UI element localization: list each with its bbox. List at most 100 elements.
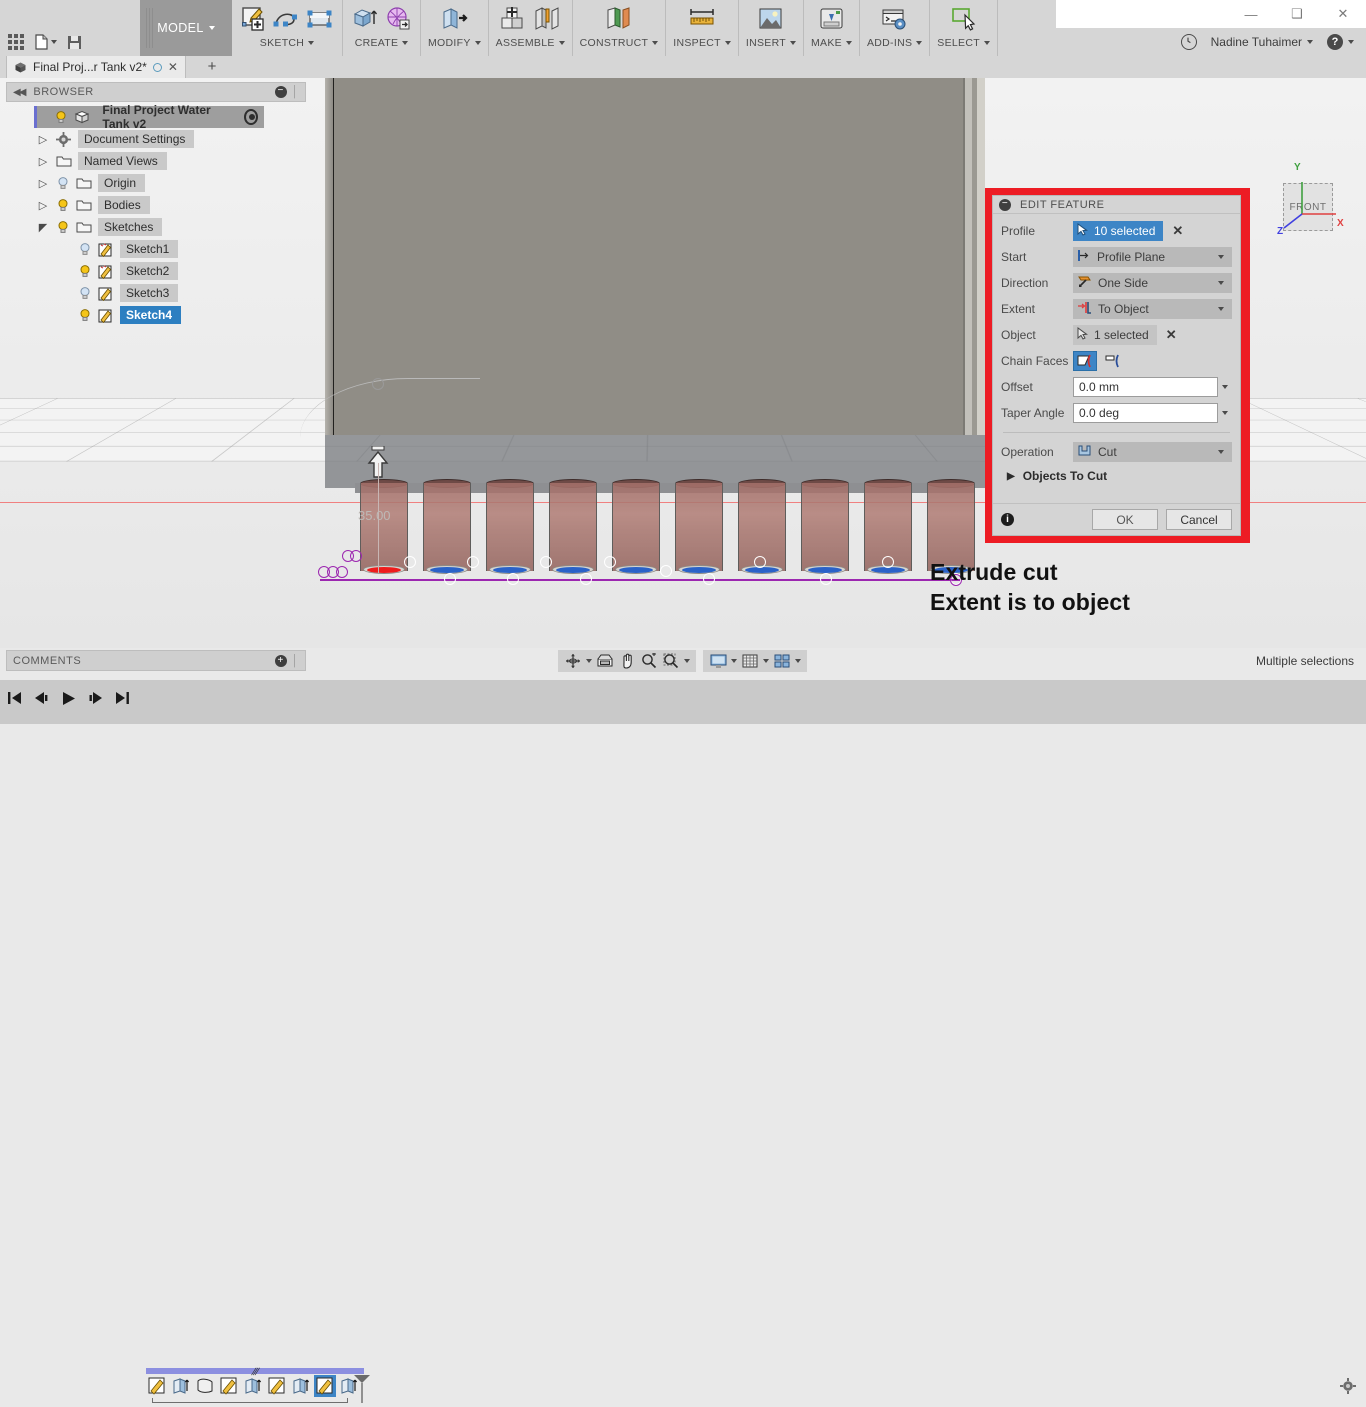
collapse-dialog-icon[interactable]: − [999,198,1011,211]
timeline-feature-sketch-4[interactable] [314,1375,336,1397]
timeline-feature-sketch-3[interactable] [266,1375,288,1397]
cylinder-3[interactable] [486,479,534,578]
sketch-point[interactable] [820,573,832,585]
user-account-menu[interactable]: Nadine Tuhaimer [1211,35,1313,49]
chevron-down-icon[interactable] [795,659,801,663]
pan-icon[interactable] [618,652,636,670]
arc-center-point[interactable] [372,378,384,390]
browser-item-sketch4[interactable]: Sketch4 [6,304,306,326]
light-bulb-off-icon[interactable] [78,242,92,256]
light-bulb-off-icon[interactable] [78,286,92,300]
sketch-rectangle-icon[interactable] [305,4,335,34]
sketch-profile-line[interactable] [320,579,960,581]
play-icon[interactable] [60,690,76,706]
light-bulb-on-icon[interactable] [78,264,92,278]
ribbon-panel-assemble-label[interactable]: ASSEMBLE [496,37,565,49]
sketch-point[interactable] [604,556,616,568]
sketch-spline-icon[interactable] [272,4,302,34]
ribbon-panel-modify-label[interactable]: MODIFY [428,37,481,49]
timeline-feature-extrude-1[interactable] [170,1375,192,1397]
zoom-window-icon[interactable] [662,652,680,670]
orbit-icon[interactable] [564,652,582,670]
clear-object-selection-icon[interactable]: ✕ [1166,327,1177,343]
browser-item-sketch2[interactable]: Sketch2 [6,260,306,282]
step-forward-icon[interactable] [87,690,103,706]
sketch-point[interactable] [703,573,715,585]
profile-selection-button[interactable]: 10 selected [1073,221,1164,241]
timeline-feature-sketch-2[interactable] [218,1375,240,1397]
sketch-point[interactable] [404,556,416,568]
close-tab-icon[interactable]: ✕ [168,61,178,73]
chain-faces-off-icon[interactable] [1101,351,1125,371]
close-icon[interactable]: ✕ [1320,0,1366,28]
cylinder-5[interactable] [612,479,660,578]
extent-dropdown[interactable]: To Object [1073,299,1232,319]
object-selection-button[interactable]: 1 selected [1073,325,1157,345]
browser-item-sketch3[interactable]: Sketch3 [6,282,306,304]
direction-dropdown[interactable]: One Side [1073,273,1232,293]
expand-arrow-icon[interactable]: ▶ [1007,471,1015,482]
app-grid-icon[interactable] [8,34,24,50]
cylinder-1[interactable] [360,479,408,578]
collapse-panel-icon[interactable]: ◀◀ [13,87,26,98]
skip-start-icon[interactable] [6,690,22,706]
light-bulb-on-icon[interactable] [54,110,68,124]
save-icon[interactable] [67,35,82,50]
sketch-point[interactable] [540,556,552,568]
sketch-point[interactable] [754,556,766,568]
offset-input[interactable]: 0.0 mm [1073,377,1218,397]
expand-arrow-icon[interactable]: ▷ [36,177,50,190]
add-comment-icon[interactable]: + [274,654,287,667]
timeline-settings-gear-icon[interactable] [1340,1378,1356,1397]
timeline-feature-extrude-3[interactable] [290,1375,312,1397]
sketch-constraint-point[interactable] [336,566,348,578]
ribbon-panel-addins-label[interactable]: ADD-INS [867,37,923,49]
grid-snaps-icon[interactable] [741,652,759,670]
press-pull-icon[interactable] [439,4,469,34]
dimension-value[interactable]: 35.00 [358,508,391,523]
sketch-point[interactable] [882,556,894,568]
start-dropdown[interactable]: Profile Plane [1073,247,1232,267]
help-menu[interactable]: ? [1327,34,1354,50]
maximize-icon[interactable]: ❑ [1274,0,1320,28]
comments-panel[interactable]: COMMENTS + │ [6,650,306,671]
ribbon-panel-create-label[interactable]: CREATE [355,37,409,49]
measure-icon[interactable] [687,4,717,34]
browser-item-sketch1[interactable]: Sketch1 [6,238,306,260]
taper-angle-input[interactable]: 0.0 deg [1073,403,1218,423]
objects-to-cut-section[interactable]: ▶ Objects To Cut [1001,465,1232,483]
minimize-icon[interactable]: — [1228,0,1274,28]
light-bulb-off-icon[interactable] [56,176,70,190]
ribbon-panel-construct-label[interactable]: CONSTRUCT [580,37,659,49]
cancel-button[interactable]: Cancel [1166,509,1232,530]
ribbon-panel-sketch-label[interactable]: SKETCH [260,37,315,49]
new-document-icon[interactable] [34,34,57,50]
sketch-point[interactable] [444,573,456,585]
chevron-down-icon[interactable] [586,659,592,663]
browser-item-sketches[interactable]: ◤ Sketches [6,216,306,238]
expand-arrow-icon[interactable]: ▷ [36,133,50,146]
chain-faces-on-icon[interactable] [1073,351,1097,371]
sketch-point[interactable] [580,573,592,585]
collapse-arrow-icon[interactable]: ◤ [36,221,50,234]
zoom-icon[interactable] [640,652,658,670]
ok-button[interactable]: OK [1092,509,1158,530]
timeline-track[interactable]: /// [142,1367,370,1403]
insert-image-icon[interactable] [756,4,786,34]
timeline-feature-shell[interactable] [194,1375,216,1397]
timeline-end-marker[interactable] [352,1374,372,1407]
ribbon-panel-select-label[interactable]: SELECT [937,37,990,49]
extrude-icon[interactable] [350,4,380,34]
document-tab[interactable]: Final Proj...r Tank v2* ✕ [6,56,186,78]
cylinder-2[interactable] [423,479,471,578]
skip-end-icon[interactable] [114,690,130,706]
panel-drag-handle[interactable]: │ [292,86,299,98]
taper-angle-dropdown-icon[interactable] [1218,403,1232,423]
create-form-icon[interactable] [383,4,413,34]
viewports-icon[interactable] [773,652,791,670]
browser-item-document-settings[interactable]: ▷ Document Settings [6,128,306,150]
cylinder-8[interactable] [801,479,849,578]
chevron-down-icon[interactable] [763,659,769,663]
3d-print-icon[interactable] [817,4,847,34]
ribbon-panel-make-label[interactable]: MAKE [811,37,852,49]
